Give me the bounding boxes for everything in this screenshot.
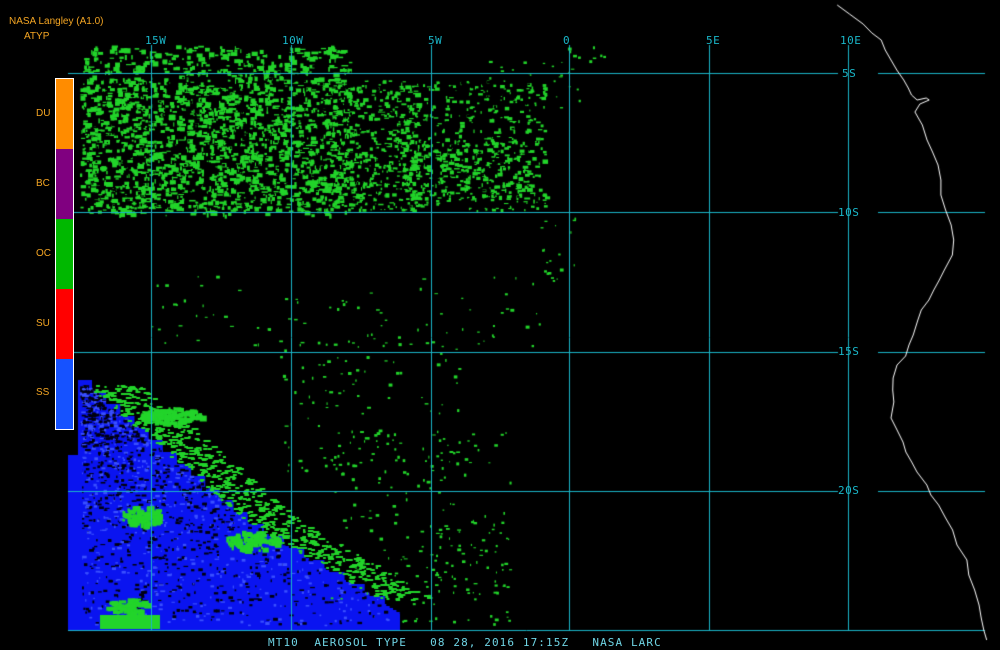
legend-swatch-bc xyxy=(56,149,73,219)
lat-label-15s: 15S xyxy=(838,345,860,358)
source-title: NASA Langley (A1.0) xyxy=(9,16,104,27)
legend-swatch-du xyxy=(56,79,73,149)
product-code: ATYP xyxy=(24,31,50,42)
map-caption: MT10 AEROSOL TYPE 08 28, 2016 17:15Z NAS… xyxy=(268,636,662,649)
lon-label-0: 0 xyxy=(563,34,571,47)
aerosol-type-map xyxy=(0,0,1000,650)
lon-label-10w: 10W xyxy=(282,34,304,47)
legend-label-ss: SS xyxy=(36,387,50,398)
lat-label-10s: 10S xyxy=(838,206,860,219)
legend-swatch-oc xyxy=(56,219,73,289)
legend-swatch-su xyxy=(56,289,73,359)
legend-label-su: SU xyxy=(36,318,50,329)
legend-label-bc: BC xyxy=(36,178,50,189)
lat-label-20s: 20S xyxy=(838,484,860,497)
lat-label-5s: 5S xyxy=(842,67,857,80)
lon-label-10e: 10E xyxy=(840,34,862,47)
lon-label-5w: 5W xyxy=(428,34,443,47)
aerosol-type-legend-bar xyxy=(55,78,74,430)
lon-label-15w: 15W xyxy=(145,34,167,47)
legend-label-du: DU xyxy=(36,108,51,119)
legend-label-oc: OC xyxy=(36,248,51,259)
lon-label-5e: 5E xyxy=(706,34,721,47)
legend-swatch-ss xyxy=(56,359,73,429)
